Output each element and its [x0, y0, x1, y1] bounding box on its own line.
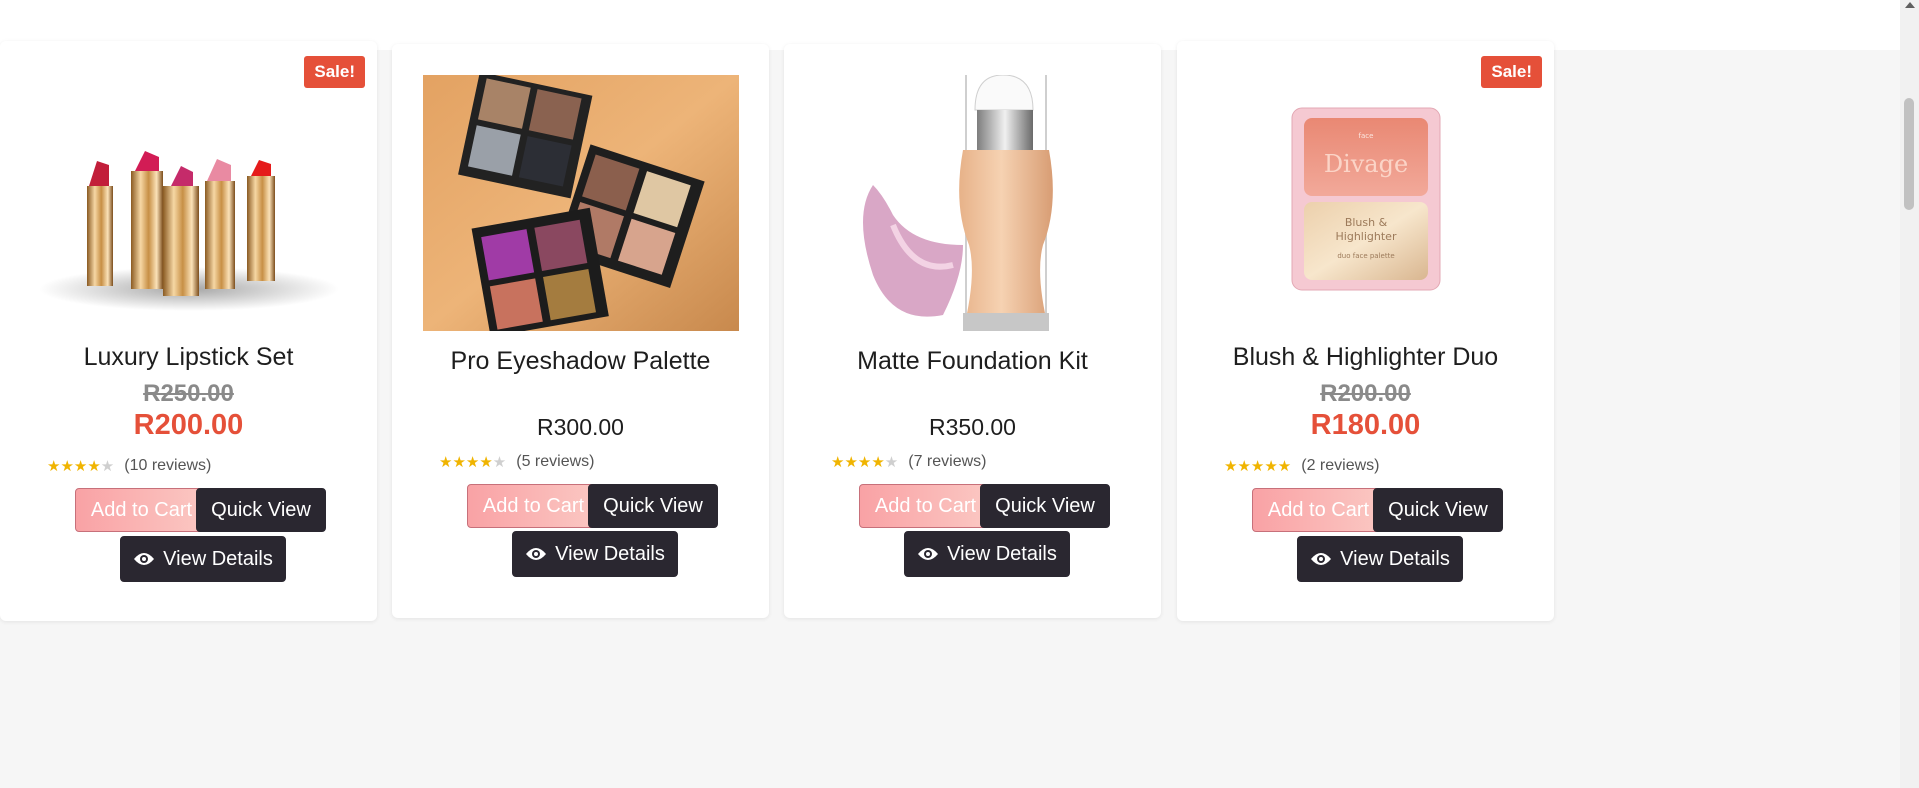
add-to-cart-button[interactable]: Add to Cart — [75, 488, 208, 532]
product-price: R300.00 — [537, 414, 624, 440]
review-count: (7 reviews) — [908, 453, 987, 470]
foundation-bottle-image — [862, 75, 1053, 331]
add-to-cart-button[interactable]: Add to Cart — [859, 484, 992, 528]
add-to-cart-button[interactable]: Add to Cart — [1252, 488, 1385, 532]
product-title: Matte Foundation Kit — [857, 347, 1088, 375]
eyeshadow-palette-image — [422, 75, 739, 331]
eye-icon — [134, 553, 155, 565]
star-rating-icon: ★★★★★ — [439, 454, 507, 471]
product-title: Pro Eyeshadow Palette — [450, 347, 711, 375]
product-card: Matte Foundation Kit R350.00 ★★★★★ (7 re… — [784, 44, 1161, 618]
sale-badge: Sale! — [304, 56, 365, 88]
product-title: Blush & Highlighter Duo — [1232, 343, 1499, 371]
view-details-label: View Details — [947, 542, 1057, 565]
view-details-button[interactable]: View Details — [904, 531, 1070, 577]
eye-icon — [1311, 553, 1332, 565]
review-count: (10 reviews) — [124, 457, 212, 474]
palette-line1-text: Blush & — [1344, 216, 1387, 229]
product-card: Sale! face Divage Blush & Highlighter du… — [1177, 41, 1554, 621]
product-card: Pro Eyeshadow Palette R300.00 ★★★★★ (5 r… — [392, 44, 769, 618]
view-details-button[interactable]: View Details — [1297, 536, 1463, 582]
quick-view-button[interactable]: Quick View — [980, 484, 1110, 528]
palette-line3-text: duo face palette — [1337, 252, 1394, 260]
product-price: R350.00 — [929, 414, 1016, 440]
blush-palette-image: face Divage Blush & Highlighter duo face… — [1291, 107, 1440, 291]
vertical-scrollbar[interactable] — [1900, 0, 1919, 788]
star-rating-icon: ★★★★★ — [831, 454, 899, 471]
product-title: Luxury Lipstick Set — [83, 343, 294, 371]
eye-icon — [526, 548, 547, 560]
star-rating-icon: ★★★★★ — [47, 458, 115, 475]
palette-line2-text: Highlighter — [1335, 230, 1396, 243]
view-details-label: View Details — [555, 542, 665, 565]
product-rating: ★★★★★ (2 reviews) — [1224, 457, 1379, 475]
review-count: (2 reviews) — [1301, 457, 1380, 474]
product-rating: ★★★★★ (10 reviews) — [47, 457, 211, 475]
scrollbar-thumb[interactable] — [1904, 98, 1914, 210]
view-details-label: View Details — [1340, 547, 1450, 570]
review-count: (5 reviews) — [516, 453, 595, 470]
sale-price: R180.00 — [1310, 409, 1421, 441]
palette-top-text: face — [1358, 132, 1373, 140]
quick-view-button[interactable]: Quick View — [588, 484, 718, 528]
product-rating: ★★★★★ (7 reviews) — [831, 453, 986, 471]
palette-brand-text: Divage — [1323, 150, 1407, 178]
sale-price: R200.00 — [133, 409, 244, 441]
scroll-up-arrow-icon[interactable] — [1905, 2, 1915, 8]
original-price: R200.00 — [1320, 380, 1411, 407]
add-to-cart-button[interactable]: Add to Cart — [467, 484, 600, 528]
quick-view-button[interactable]: Quick View — [1373, 488, 1503, 532]
original-price: R250.00 — [143, 380, 234, 407]
lipstick-set-image — [38, 151, 339, 311]
eye-icon — [918, 548, 939, 560]
product-rating: ★★★★★ (5 reviews) — [439, 453, 594, 471]
quick-view-button[interactable]: Quick View — [196, 488, 326, 532]
view-details-button[interactable]: View Details — [512, 531, 678, 577]
product-card: Sale! Luxury Lipstick Set R250.00 R200.0… — [0, 41, 377, 621]
star-rating-icon: ★★★★★ — [1224, 458, 1292, 475]
sale-badge: Sale! — [1481, 56, 1542, 88]
view-details-label: View Details — [163, 547, 273, 570]
view-details-button[interactable]: View Details — [120, 536, 286, 582]
